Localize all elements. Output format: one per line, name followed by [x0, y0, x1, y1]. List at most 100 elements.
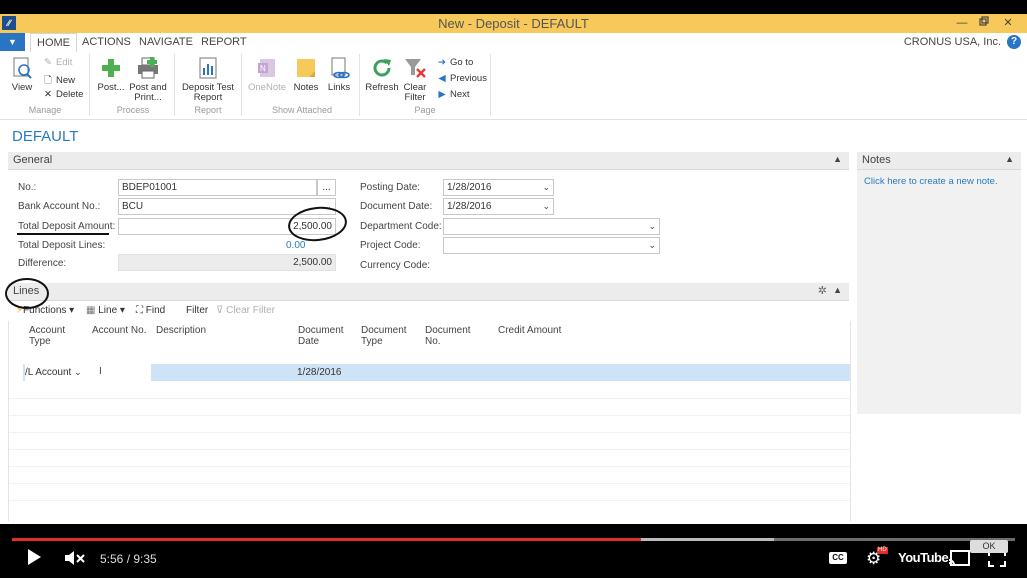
- post-and-print-label-2: Print...: [134, 92, 162, 103]
- links-button[interactable]: Links: [325, 56, 353, 93]
- new-button[interactable]: 🗋 New: [42, 73, 75, 89]
- collapse-caret-icon[interactable]: ▲: [1005, 154, 1014, 164]
- chevron-down-icon: ⌄: [542, 201, 550, 211]
- grid-line: [9, 466, 850, 467]
- notes-label: Notes: [293, 82, 319, 93]
- arrow-right-icon: ➔: [438, 57, 446, 68]
- company-name[interactable]: CRONUS USA, Inc.: [904, 36, 1001, 48]
- no-field[interactable]: BDEP01001: [118, 179, 317, 196]
- post-and-print-button[interactable]: Post and Print...: [129, 56, 167, 103]
- line-button[interactable]: ▦ Line ▾: [86, 305, 125, 316]
- no-assist-button[interactable]: ...: [317, 179, 336, 196]
- grid-line: [9, 449, 850, 450]
- text-cursor-icon: I: [99, 366, 102, 377]
- fullscreen-icon[interactable]: [988, 550, 1006, 570]
- annotation-circle: [5, 278, 49, 309]
- ribbon-tab-bar: ▼ HOME ACTIONS NAVIGATE REPORT CRONUS US…: [0, 33, 1027, 53]
- clear-filter-toolbar-button[interactable]: ⊽ Clear Filter: [216, 305, 275, 316]
- filter-button[interactable]: Filter: [186, 305, 208, 316]
- clear-filter-button[interactable]: Clear Filter: [401, 56, 429, 103]
- account-no-cell[interactable]: I: [89, 364, 151, 381]
- row-selector[interactable]: [9, 364, 23, 381]
- difference-field: 2,500.00: [118, 254, 336, 271]
- go-to-label: Go to: [450, 57, 474, 68]
- triangle-right-icon: ▶: [438, 89, 446, 100]
- clear-filter-icon: ⊽: [216, 305, 224, 316]
- view-label: View: [11, 82, 33, 93]
- time-display: 5:56 / 9:35: [100, 552, 157, 566]
- clear-filter-label: Clear Filter: [226, 305, 276, 316]
- column-header-credit-amount[interactable]: Credit Amount: [498, 325, 561, 336]
- deposit-test-report-button[interactable]: Deposit Test Report: [181, 56, 235, 103]
- column-header-document-date[interactable]: Document Date: [298, 325, 344, 347]
- cast-icon[interactable]: [948, 550, 970, 570]
- maximize-icon[interactable]: [973, 15, 995, 31]
- column-header-account-type[interactable]: Account Type: [29, 325, 65, 347]
- column-header-account-no[interactable]: Account No.: [92, 325, 146, 336]
- department-code-field[interactable]: ⌄: [443, 218, 660, 235]
- onenote-label: OneNote: [248, 82, 287, 93]
- find-button[interactable]: ⛶ Find: [136, 305, 165, 316]
- edit-button[interactable]: ✎ Edit: [42, 57, 72, 68]
- document-date-cell[interactable]: 1/28/2016: [297, 367, 342, 378]
- chevron-down-icon: ⌄: [542, 182, 550, 192]
- collapse-caret-icon[interactable]: ▲: [833, 154, 842, 164]
- refresh-icon: [373, 59, 391, 77]
- column-header-document-no[interactable]: Document No.: [425, 325, 471, 347]
- onenote-button[interactable]: N OneNote: [248, 56, 286, 93]
- ok-button[interactable]: OK: [970, 540, 1008, 553]
- post-button[interactable]: Post...: [96, 56, 126, 93]
- mute-icon[interactable]: [64, 549, 86, 570]
- go-to-button[interactable]: ➔ Go to: [436, 57, 473, 68]
- onenote-icon: N: [258, 59, 275, 77]
- notes-header[interactable]: Notes ▲: [857, 152, 1021, 170]
- refresh-button[interactable]: Refresh: [365, 56, 399, 93]
- title-bar: ∕∕ New - Deposit - DEFAULT — ✕: [0, 14, 1027, 33]
- tab-navigate[interactable]: NAVIGATE: [139, 33, 193, 51]
- captions-icon[interactable]: CC: [829, 552, 847, 564]
- chevron-down-icon: ▾: [119, 305, 125, 316]
- printer-icon: [138, 57, 158, 79]
- posting-date-field[interactable]: 1/28/2016 ⌄: [443, 179, 554, 196]
- video-progress-bar[interactable]: [12, 538, 1015, 541]
- close-icon[interactable]: ✕: [997, 15, 1019, 31]
- view-icon: [13, 57, 32, 79]
- grid-line: [9, 398, 850, 399]
- application-menu-button[interactable]: ▼: [0, 33, 25, 51]
- create-note-link[interactable]: Click here to create a new note.: [864, 176, 998, 187]
- column-header-text: Account: [29, 325, 66, 336]
- account-type-cell[interactable]: /L Account ⌄: [25, 364, 89, 381]
- minimize-icon[interactable]: —: [951, 15, 973, 31]
- play-icon[interactable]: [26, 548, 42, 569]
- column-header-document-type[interactable]: Document Type: [361, 325, 407, 347]
- column-header-text: Credit Amount: [498, 325, 562, 336]
- column-header-description[interactable]: Description: [156, 325, 206, 336]
- account-type-value: /L Account: [25, 367, 72, 378]
- help-icon[interactable]: ?: [1007, 35, 1021, 49]
- lines-grid: Account Type Account No. Description Docu…: [8, 321, 851, 521]
- table-row[interactable]: /L Account ⌄ I 1/28/2016: [9, 364, 850, 381]
- project-code-field[interactable]: ⌄: [443, 237, 660, 254]
- notes-header-label: Notes: [862, 154, 891, 166]
- tab-actions[interactable]: ACTIONS: [82, 33, 131, 51]
- delete-button[interactable]: ✕ Delete: [42, 89, 83, 100]
- next-button[interactable]: ▶ Next: [436, 89, 469, 100]
- column-header-text: Document: [361, 325, 407, 336]
- lines-fasttab-header[interactable]: Lines ✲ ▲: [8, 283, 849, 301]
- settings-gear-icon[interactable]: ✲: [818, 284, 827, 297]
- grid-line: [9, 500, 850, 501]
- document-date-label: Document Date:: [360, 201, 433, 212]
- tab-home[interactable]: HOME: [30, 33, 77, 53]
- previous-button[interactable]: ◀ Previous: [436, 73, 487, 84]
- youtube-logo[interactable]: YouTube: [898, 550, 949, 565]
- general-header-label: General: [13, 154, 53, 166]
- view-button[interactable]: View: [7, 56, 37, 93]
- total-deposit-lines-value[interactable]: 0.00: [286, 240, 305, 251]
- page-title: DEFAULT: [12, 128, 79, 145]
- notes-button[interactable]: Notes: [291, 56, 321, 93]
- tab-report[interactable]: REPORT: [201, 33, 247, 51]
- collapse-caret-icon[interactable]: ▲: [833, 285, 842, 295]
- played-bar: [12, 538, 641, 541]
- document-date-field[interactable]: 1/28/2016 ⌄: [443, 198, 554, 215]
- general-fasttab-header[interactable]: General ▲: [8, 152, 849, 170]
